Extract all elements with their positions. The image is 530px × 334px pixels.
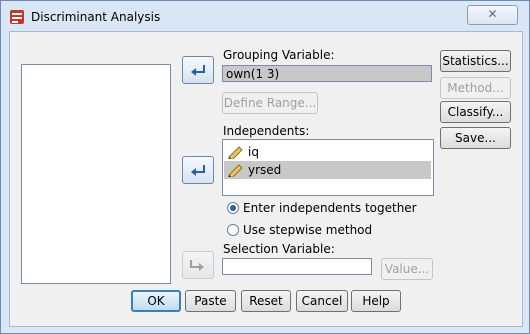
list-item[interactable]: iq [224, 143, 431, 161]
paste-button[interactable]: Paste [185, 290, 236, 312]
stepwise-label: Use stepwise method [243, 223, 373, 237]
enter-together-radio[interactable] [227, 202, 239, 214]
reset-button[interactable]: Reset [241, 290, 291, 312]
classify-button[interactable]: Classify... [440, 101, 511, 123]
dialog-window: Discriminant Analysis ✕ Grouping Variabl… [0, 0, 530, 334]
independents-list[interactable]: iq yrsed [222, 139, 434, 196]
selection-variable-field[interactable] [222, 258, 372, 275]
close-button[interactable]: ✕ [467, 5, 518, 25]
enter-together-label: Enter independents together [243, 201, 417, 215]
pencil-ruler-icon [228, 164, 243, 177]
stepwise-radio[interactable] [227, 224, 239, 236]
independents-label: Independents: [223, 124, 310, 138]
source-variable-list[interactable] [21, 64, 171, 284]
dialog-body: Grouping Variable: own(1 3) Define Range… [9, 31, 523, 327]
window-title: Discriminant Analysis [31, 10, 161, 24]
statistics-button[interactable]: Statistics... [440, 50, 511, 72]
ok-button[interactable]: OK [131, 290, 181, 312]
list-item-label: yrsed [248, 163, 282, 177]
arrow-right-icon [190, 260, 204, 271]
list-item[interactable]: yrsed [224, 161, 431, 179]
move-grouping-button[interactable] [182, 56, 214, 84]
move-independents-button[interactable] [182, 156, 214, 184]
list-item-label: iq [248, 145, 259, 159]
move-selection-button[interactable] [182, 251, 214, 279]
arrow-left-icon [191, 165, 205, 176]
method-button[interactable]: Method... [440, 77, 511, 99]
app-icon [10, 10, 24, 24]
arrow-left-icon [191, 65, 205, 76]
cancel-button[interactable]: Cancel [296, 290, 348, 312]
define-range-button[interactable]: Define Range... [222, 92, 318, 114]
value-button[interactable]: Value... [381, 258, 433, 280]
help-button[interactable]: Help [351, 290, 401, 312]
save-button[interactable]: Save... [440, 127, 511, 149]
title-bar[interactable]: Discriminant Analysis ✕ [1, 1, 529, 31]
selection-variable-label: Selection Variable: [223, 242, 335, 256]
grouping-variable-field[interactable]: own(1 3) [222, 65, 432, 82]
close-icon: ✕ [487, 7, 498, 21]
grouping-variable-label: Grouping Variable: [223, 48, 335, 62]
pencil-ruler-icon [228, 146, 243, 159]
